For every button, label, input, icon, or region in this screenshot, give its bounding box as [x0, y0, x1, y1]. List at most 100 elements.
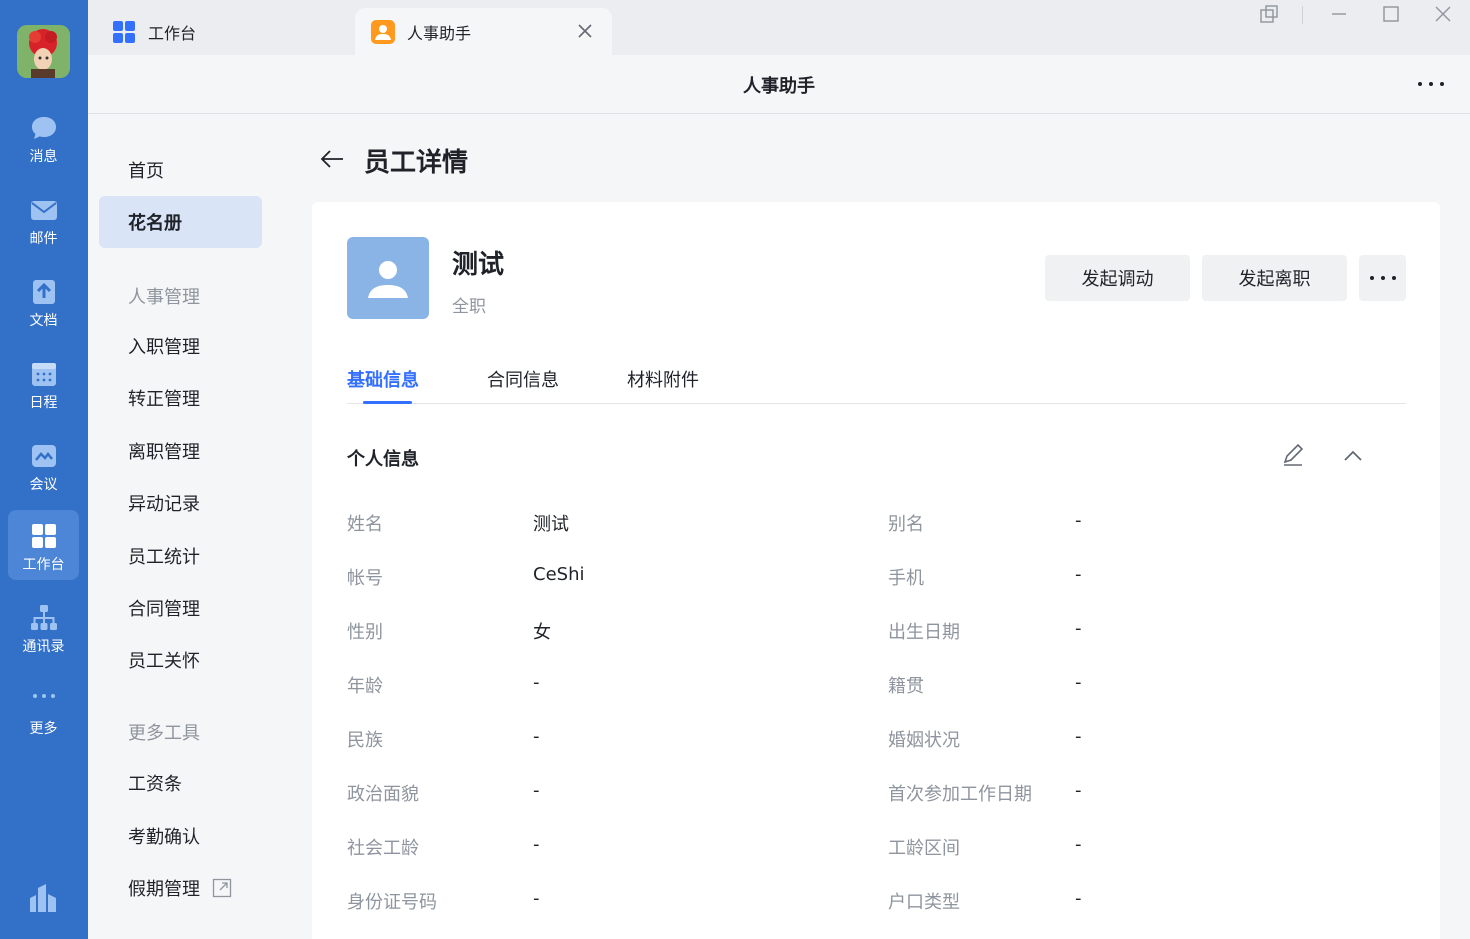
window-divider [1302, 6, 1303, 24]
more-options-icon[interactable] [1416, 73, 1446, 95]
field-label: 性别 [347, 622, 383, 643]
rail-label: 通讯录 [22, 639, 65, 655]
calendar-icon [31, 363, 56, 386]
tab-basic-info[interactable]: 基础信息 [347, 366, 419, 392]
minimize-icon[interactable] [1328, 3, 1350, 25]
chat-bubble-icon [31, 117, 56, 139]
nav-attendance[interactable]: 考勤确认 [99, 810, 262, 862]
content-tabs: 基础信息 合同信息 材料附件 [347, 362, 1406, 404]
popout-window-icon[interactable] [1258, 3, 1280, 25]
initiate-resignation-button[interactable]: 发起离职 [1202, 255, 1347, 301]
active-tab-indicator [363, 401, 412, 404]
field-value: - [533, 672, 540, 693]
app-logo-icon[interactable] [28, 882, 58, 914]
nav-contracts[interactable]: 合同管理 [99, 582, 262, 634]
field-label: 籍贯 [888, 676, 924, 697]
app-header: 人事助手 [88, 55, 1470, 114]
rail-item-more[interactable]: 更多 [8, 674, 79, 744]
field-label: 别名 [888, 514, 924, 535]
nav-onboarding[interactable]: 入职管理 [99, 320, 262, 372]
rail-item-meeting[interactable]: 会议 [8, 430, 79, 500]
mail-icon [30, 201, 57, 220]
document-icon [32, 280, 55, 304]
avatar-image [17, 25, 70, 78]
workbench-grid-icon [31, 524, 56, 548]
field-value: - [1075, 726, 1082, 747]
field-value: - [1075, 510, 1082, 531]
nav-stats[interactable]: 员工统计 [99, 530, 262, 582]
field-label: 政治面貌 [347, 784, 419, 805]
tab-bar: 工作台 人事助手 [88, 0, 1470, 55]
field-value: 女 [533, 622, 551, 643]
rail-item-workbench[interactable]: 工作台 [8, 510, 79, 580]
tab-workbench[interactable]: 工作台 [96, 8, 352, 55]
more-actions-button[interactable] [1359, 255, 1406, 301]
user-avatar[interactable] [17, 25, 70, 78]
more-dots-icon [1369, 276, 1396, 280]
initiate-transfer-button[interactable]: 发起调动 [1045, 255, 1190, 301]
person-placeholder-icon [368, 261, 408, 298]
nav-group-hr: 人事管理 [128, 287, 200, 308]
field-value: - [1075, 888, 1082, 909]
field-value: - [1075, 834, 1082, 855]
external-link-icon [212, 878, 232, 898]
more-dots-icon [32, 694, 55, 698]
nav-payslip[interactable]: 工资条 [99, 757, 262, 809]
rail-item-mail[interactable]: 邮件 [8, 184, 79, 254]
nav-leave-label: 假期管理 [128, 879, 200, 900]
nav-home[interactable]: 首页 [99, 144, 262, 196]
tab-hr-assistant[interactable]: 人事助手 [355, 8, 612, 55]
side-nav: 首页 花名册 人事管理 入职管理 转正管理 离职管理 异动记录 员工统计 合同管… [88, 114, 310, 939]
grid-icon [112, 20, 136, 44]
tab-attachments[interactable]: 材料附件 [627, 366, 699, 392]
field-label: 出生日期 [888, 622, 960, 643]
maximize-icon[interactable] [1380, 3, 1402, 25]
close-window-icon[interactable] [1432, 3, 1454, 25]
rail-label: 文档 [29, 313, 58, 329]
field-label: 姓名 [347, 514, 383, 535]
field-label: 户口类型 [888, 892, 960, 913]
nav-care[interactable]: 员工关怀 [99, 634, 262, 686]
field-label: 首次参加工作日期 [888, 784, 1032, 805]
page-title: 员工详情 [364, 148, 469, 178]
close-tab-icon[interactable] [574, 20, 596, 42]
app-title: 人事助手 [743, 76, 815, 97]
tab-label: 工作台 [148, 23, 197, 43]
nav-regularization[interactable]: 转正管理 [99, 372, 262, 424]
rail-label: 工作台 [22, 557, 65, 573]
edit-pencil-icon[interactable] [1280, 442, 1306, 468]
rail-item-contacts[interactable]: 通讯录 [8, 592, 79, 662]
field-label: 手机 [888, 568, 924, 589]
rail-item-messages[interactable]: 消息 [8, 102, 79, 172]
field-value: - [533, 834, 540, 855]
field-value: - [533, 726, 540, 747]
rail-label: 邮件 [29, 231, 58, 247]
field-value: CeShi [533, 564, 585, 585]
rail-item-docs[interactable]: 文档 [8, 266, 79, 336]
employment-status: 全职 [452, 297, 486, 317]
rail-label: 会议 [29, 477, 58, 493]
field-label: 工龄区间 [888, 838, 960, 859]
nav-leave[interactable]: 假期管理 [99, 862, 262, 914]
nav-group-tools: 更多工具 [128, 723, 200, 744]
org-chart-icon [30, 605, 57, 630]
rail-label: 更多 [29, 721, 58, 737]
chevron-up-icon[interactable] [1340, 444, 1366, 468]
field-label: 婚姻状况 [888, 730, 960, 751]
field-label: 民族 [347, 730, 383, 751]
meeting-icon [31, 445, 56, 467]
field-value: - [1075, 564, 1082, 585]
field-value: - [533, 888, 540, 909]
tab-contract-info[interactable]: 合同信息 [487, 366, 559, 392]
rail-label: 日程 [29, 395, 58, 411]
nav-resignation[interactable]: 离职管理 [99, 425, 262, 477]
employee-detail-card: 测试 全职 发起调动 发起离职 基础信息 合同信息 材料附件 个人信息 姓名 测试… [312, 202, 1440, 939]
nav-changes[interactable]: 异动记录 [99, 477, 262, 529]
rail-item-calendar[interactable]: 日程 [8, 348, 79, 418]
field-label: 身份证号码 [347, 892, 437, 913]
employee-avatar [347, 237, 429, 319]
back-arrow-icon[interactable] [318, 145, 346, 173]
tab-label: 人事助手 [407, 23, 472, 43]
field-label: 社会工龄 [347, 838, 419, 859]
nav-roster[interactable]: 花名册 [99, 196, 262, 248]
